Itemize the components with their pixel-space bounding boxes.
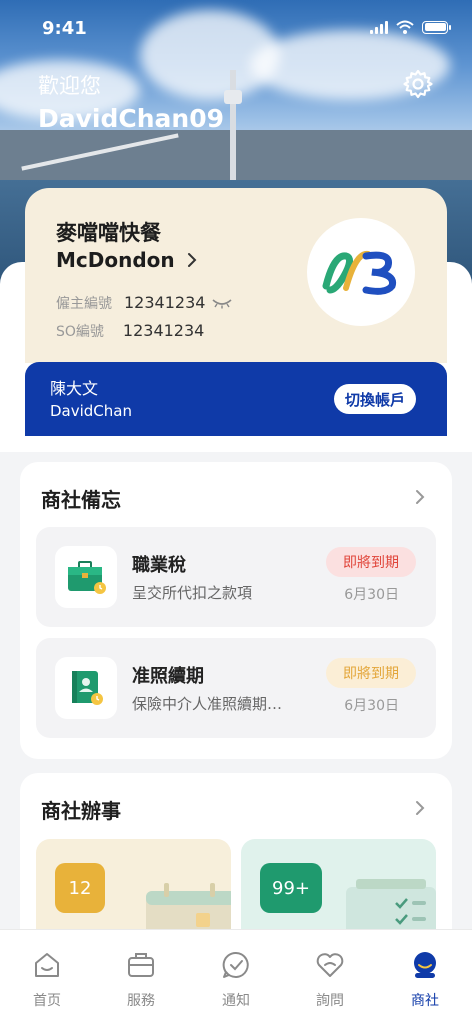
merchant-profile-icon (414, 952, 436, 978)
tab-label: 服務 (127, 993, 155, 1009)
chevron-right-icon[interactable] (185, 252, 199, 268)
tab-notifications[interactable]: 通知 (189, 930, 283, 1024)
memo-section-title: 商社備忘 (41, 488, 121, 512)
merchant-name-en[interactable]: McDondon (56, 248, 175, 272)
tab-label: 通知 (222, 993, 250, 1009)
status-icons (370, 20, 451, 34)
tab-merchant[interactable]: 商社 (378, 930, 472, 1024)
license-book-icon (72, 671, 103, 705)
status-badge: 即將到期 (326, 658, 416, 688)
brand-logo-icon (322, 250, 397, 295)
heart-chat-icon (316, 953, 344, 977)
memo-item-date: 6月30日 (344, 587, 399, 603)
account-name-cn: 陳大文 (50, 379, 99, 398)
count-badge: 99+ (260, 863, 322, 913)
signal-icon (370, 20, 388, 34)
merchant-logo (307, 218, 415, 326)
battery-icon (422, 20, 451, 34)
eye-closed-icon[interactable] (211, 297, 233, 309)
employer-no-label: 僱主編號 (56, 296, 112, 312)
chevron-right-icon[interactable] (413, 799, 427, 817)
memo-item-subtitle: 呈交所代扣之款項 (132, 584, 253, 602)
memo-item-title: 准照續期 (132, 666, 204, 687)
memo-item-license[interactable]: 准照續期 保險中介人准照續期… 即將到期 6月30日 (36, 638, 436, 738)
employer-no-row: 僱主編號 12341234 (56, 293, 205, 313)
home-icon (35, 953, 59, 977)
briefcase-clock-icon (68, 561, 106, 594)
tab-label: 首页 (33, 993, 61, 1009)
memo-section: 商社備忘 職業稅 呈交所代扣之款項 即將到期 6月30日 准照續期 保險中介人准… (20, 462, 452, 759)
so-no-row: SO編號 12341234 (56, 321, 204, 341)
account-bar: 陳大文 DavidChan 切換帳戶 (25, 362, 447, 436)
merchant-name-cn: 麥噹噹快餐 (56, 221, 161, 245)
so-no-value: 12341234 (122, 321, 205, 340)
switch-account-button[interactable]: 切換帳戶 (333, 384, 416, 414)
tab-enquiry[interactable]: 詢問 (283, 930, 377, 1024)
merchant-card[interactable]: 麥噹噹快餐 McDondon 僱主編號 12341234 SO編號 12341234 (25, 188, 447, 363)
memo-icon-container (55, 657, 117, 719)
count-badge: 12 (55, 863, 105, 913)
memo-item-tax[interactable]: 職業稅 呈交所代扣之款項 即將到期 6月30日 (36, 527, 436, 627)
tab-label: 詢問 (316, 993, 344, 1009)
memo-item-subtitle: 保險中介人准照續期… (132, 695, 283, 713)
status-time: 9:41 (42, 18, 87, 39)
username: DavidChan09 (38, 104, 224, 133)
tab-label: 商社 (411, 993, 439, 1009)
wifi-icon (396, 20, 414, 34)
status-badge: 即將到期 (326, 547, 416, 577)
chevron-right-icon[interactable] (413, 488, 427, 506)
memo-item-date: 6月30日 (344, 698, 399, 714)
status-bar: 9:41 (0, 0, 472, 54)
business-section-title: 商社辦事 (41, 799, 121, 823)
welcome-text: 歡迎您 (38, 74, 101, 98)
tab-home[interactable]: 首页 (0, 930, 94, 1024)
tab-bar: 首页 服務 通知 詢問 商社 (0, 929, 472, 1024)
briefcase-icon (128, 953, 154, 977)
memo-icon-container (55, 546, 117, 608)
chat-check-icon (222, 951, 249, 978)
so-no-label: SO編號 (56, 324, 104, 340)
settings-gear-icon[interactable] (402, 68, 434, 100)
tab-services[interactable]: 服務 (94, 930, 188, 1024)
account-name-en: DavidChan (50, 402, 132, 420)
memo-item-title: 職業稅 (132, 555, 186, 576)
employer-no-value: 12341234 (124, 293, 206, 312)
